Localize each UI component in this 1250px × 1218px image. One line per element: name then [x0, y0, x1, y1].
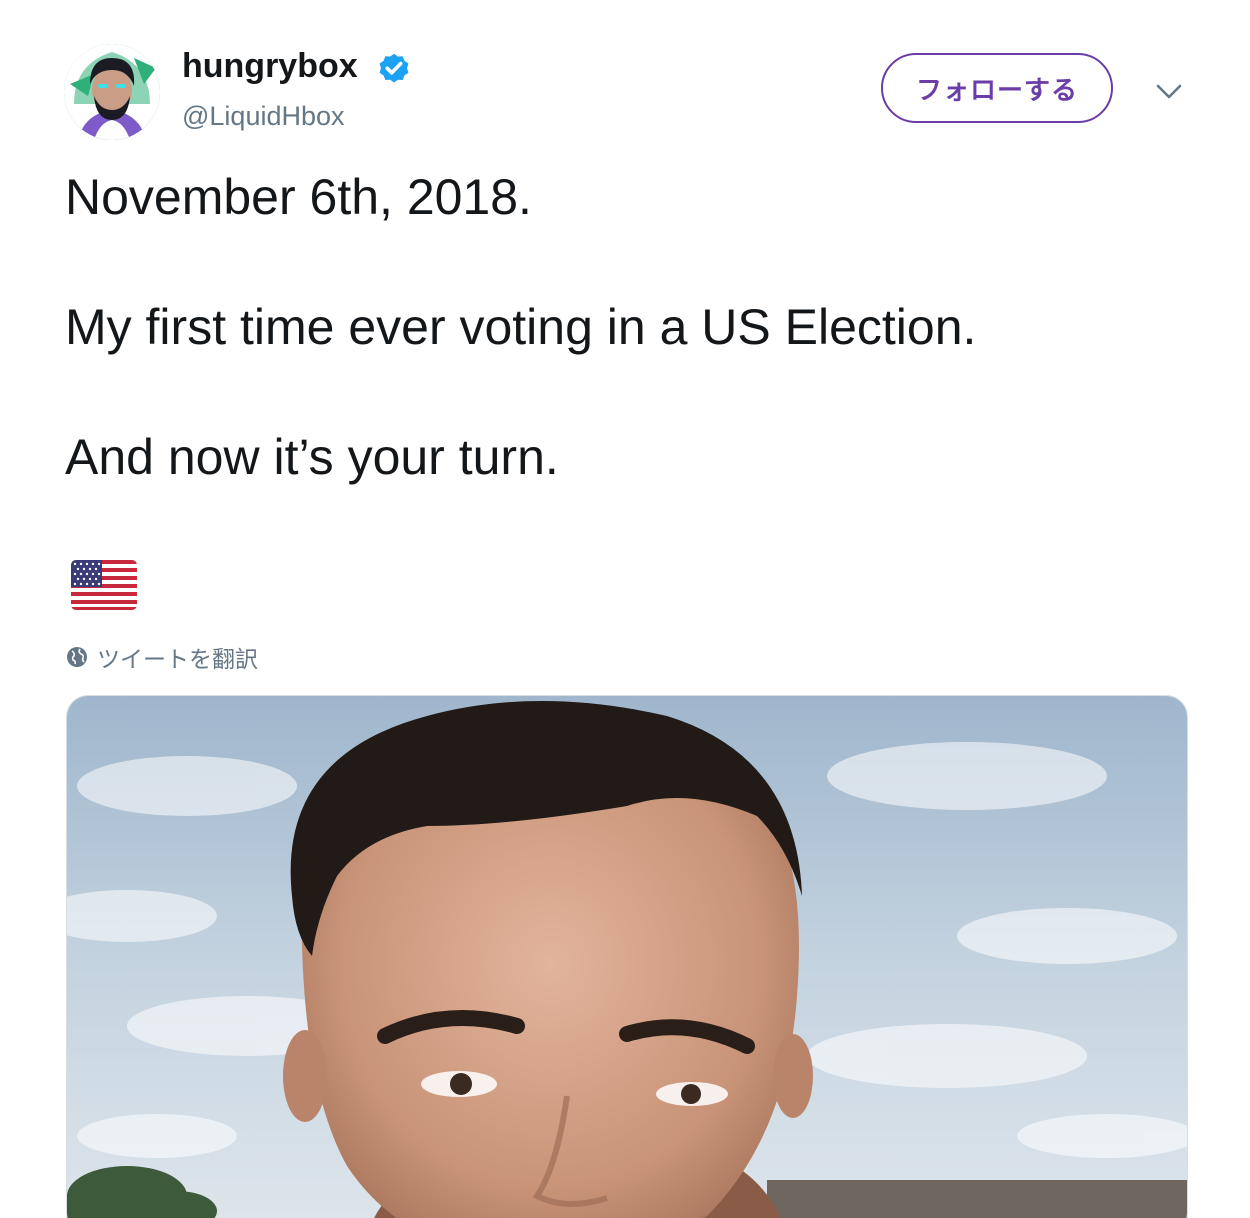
avatar-illustration	[64, 44, 160, 140]
translate-label: ツイートを翻訳	[97, 647, 258, 673]
avatar[interactable]	[64, 44, 160, 140]
tweet-text-line: November 6th, 2018.	[65, 169, 532, 225]
tweet-text: November 6th, 2018. My first time ever v…	[65, 165, 1185, 555]
display-name[interactable]: hungrybox	[182, 44, 358, 88]
chevron-down-icon[interactable]	[1152, 76, 1186, 106]
globe-icon	[67, 647, 87, 667]
tweet-photo[interactable]	[66, 695, 1188, 1218]
translate-tweet-link[interactable]: ツイートを翻訳	[65, 640, 258, 674]
tweet-text-line: My first time ever voting in a US Electi…	[65, 299, 977, 355]
selfie-photo	[67, 696, 1187, 1218]
follow-button[interactable]: フォローする	[881, 53, 1113, 123]
verified-badge-icon	[379, 53, 409, 83]
user-handle[interactable]: @LiquidHbox	[182, 96, 345, 136]
tweet-card: hungrybox @LiquidHbox フォローする November 6t…	[0, 0, 1250, 1218]
tweet-text-line: And now it’s your turn.	[65, 429, 559, 485]
us-flag-icon	[71, 560, 137, 610]
